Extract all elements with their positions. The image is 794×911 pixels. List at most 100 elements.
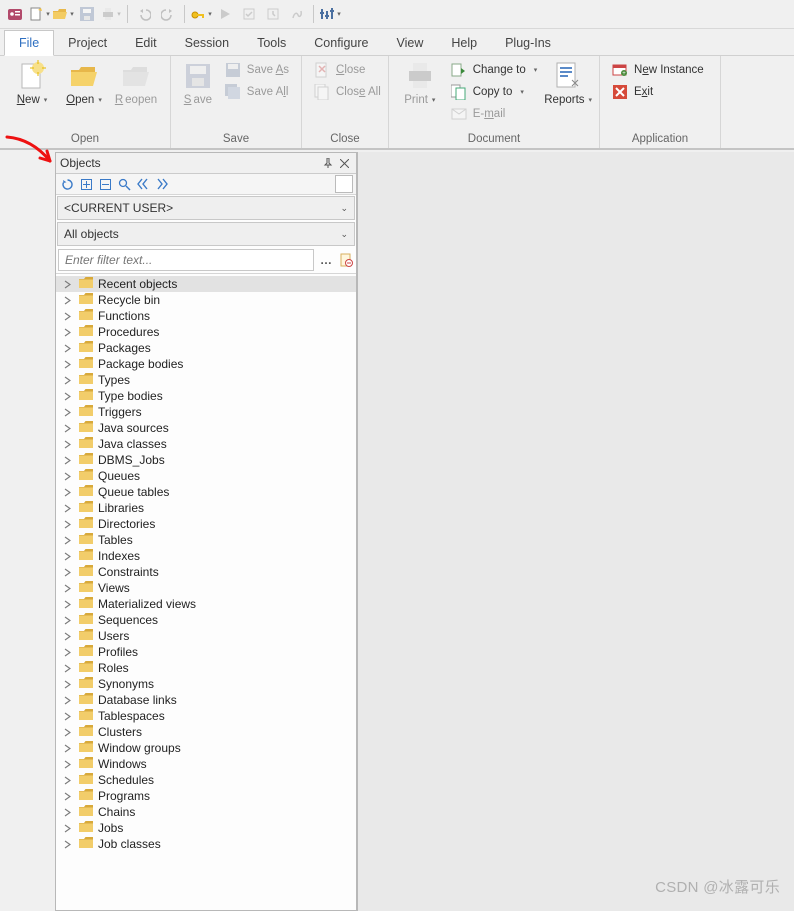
expand-chevron-icon[interactable] xyxy=(62,727,73,738)
expand-chevron-icon[interactable] xyxy=(62,535,73,546)
color-swatch[interactable] xyxy=(335,175,353,193)
tree-node[interactable]: Tables xyxy=(56,532,356,548)
expand-icon[interactable] xyxy=(78,176,94,192)
tree-node[interactable]: Jobs xyxy=(56,820,356,836)
close-all-button[interactable]: Close All xyxy=(308,81,387,102)
expand-chevron-icon[interactable] xyxy=(62,471,73,482)
expand-chevron-icon[interactable] xyxy=(62,631,73,642)
tree-node[interactable]: Materialized views xyxy=(56,596,356,612)
menu-help[interactable]: Help xyxy=(437,31,491,55)
menu-configure[interactable]: Configure xyxy=(300,31,382,55)
save-button[interactable]: Save xyxy=(177,58,219,106)
expand-chevron-icon[interactable] xyxy=(62,711,73,722)
expand-chevron-icon[interactable] xyxy=(62,775,73,786)
new-button[interactable]: New▾ xyxy=(6,58,58,106)
new-instance-button[interactable]: +New Instance xyxy=(606,59,710,80)
menu-plugins[interactable]: Plug-Ins xyxy=(491,31,565,55)
object-tree[interactable]: Recent objectsRecycle binFunctionsProced… xyxy=(56,274,356,910)
expand-chevron-icon[interactable] xyxy=(62,487,73,498)
tree-node[interactable]: Window groups xyxy=(56,740,356,756)
tree-node[interactable]: Recycle bin xyxy=(56,292,356,308)
pin-icon[interactable] xyxy=(320,155,336,171)
menu-session[interactable]: Session xyxy=(171,31,243,55)
expand-chevron-icon[interactable] xyxy=(62,455,73,466)
open-icon[interactable]: ▾ xyxy=(52,3,74,25)
tree-node[interactable]: Job classes xyxy=(56,836,356,852)
exit-button[interactable]: Exit xyxy=(606,81,710,102)
expand-chevron-icon[interactable] xyxy=(62,839,73,850)
expand-chevron-icon[interactable] xyxy=(62,279,73,290)
key-icon[interactable]: ▾ xyxy=(190,3,212,25)
expand-chevron-icon[interactable] xyxy=(62,807,73,818)
tree-node[interactable]: Queue tables xyxy=(56,484,356,500)
save-icon[interactable] xyxy=(76,3,98,25)
expand-chevron-icon[interactable] xyxy=(62,615,73,626)
filter-input[interactable] xyxy=(58,249,314,271)
reports-button[interactable]: Reports▾ xyxy=(543,58,593,106)
redo-icon[interactable] xyxy=(157,3,179,25)
tree-node[interactable]: Java sources xyxy=(56,420,356,436)
rollback-icon[interactable] xyxy=(262,3,284,25)
close-icon[interactable] xyxy=(336,155,352,171)
expand-chevron-icon[interactable] xyxy=(62,375,73,386)
tree-node[interactable]: Database links xyxy=(56,692,356,708)
expand-chevron-icon[interactable] xyxy=(62,823,73,834)
new-icon[interactable]: ▾ xyxy=(28,3,50,25)
tree-node[interactable]: Java classes xyxy=(56,436,356,452)
tree-node[interactable]: Users xyxy=(56,628,356,644)
expand-chevron-icon[interactable] xyxy=(62,327,73,338)
menu-edit[interactable]: Edit xyxy=(121,31,171,55)
expand-chevron-icon[interactable] xyxy=(62,695,73,706)
expand-chevron-icon[interactable] xyxy=(62,359,73,370)
expand-chevron-icon[interactable] xyxy=(62,295,73,306)
tree-node[interactable]: Windows xyxy=(56,756,356,772)
undo-icon[interactable] xyxy=(133,3,155,25)
user-dropdown[interactable]: <CURRENT USER>⌄ xyxy=(57,196,355,220)
tree-node[interactable]: Schedules xyxy=(56,772,356,788)
filter-next-icon[interactable] xyxy=(154,176,170,192)
expand-chevron-icon[interactable] xyxy=(62,759,73,770)
tree-node[interactable]: Programs xyxy=(56,788,356,804)
save-as-button[interactable]: Save As xyxy=(219,59,295,80)
menu-file[interactable]: File xyxy=(4,30,54,56)
filter-prev-icon[interactable] xyxy=(135,176,151,192)
equalizer-icon[interactable]: ▾ xyxy=(319,3,341,25)
expand-chevron-icon[interactable] xyxy=(62,311,73,322)
copy-to-button[interactable]: Copy to▾ xyxy=(445,81,544,102)
commit-icon[interactable] xyxy=(238,3,260,25)
expand-chevron-icon[interactable] xyxy=(62,791,73,802)
expand-chevron-icon[interactable] xyxy=(62,583,73,594)
refresh-icon[interactable] xyxy=(59,176,75,192)
scope-dropdown[interactable]: All objects⌄ xyxy=(57,222,355,246)
tree-node[interactable]: Libraries xyxy=(56,500,356,516)
tree-node[interactable]: Recent objects xyxy=(56,276,356,292)
expand-chevron-icon[interactable] xyxy=(62,551,73,562)
reopen-button[interactable]: Reopen xyxy=(110,58,162,106)
execute-icon[interactable] xyxy=(214,3,236,25)
tree-node[interactable]: Views xyxy=(56,580,356,596)
tree-node[interactable]: Synonyms xyxy=(56,676,356,692)
expand-chevron-icon[interactable] xyxy=(62,423,73,434)
tree-node[interactable]: Indexes xyxy=(56,548,356,564)
expand-chevron-icon[interactable] xyxy=(62,519,73,530)
expand-chevron-icon[interactable] xyxy=(62,679,73,690)
tree-node[interactable]: Tablespaces xyxy=(56,708,356,724)
tree-node[interactable]: Type bodies xyxy=(56,388,356,404)
tree-node[interactable]: Triggers xyxy=(56,404,356,420)
email-button[interactable]: E-mail xyxy=(445,103,544,124)
menu-project[interactable]: Project xyxy=(54,31,121,55)
tree-node[interactable]: Chains xyxy=(56,804,356,820)
menu-tools[interactable]: Tools xyxy=(243,31,300,55)
filter-more-icon[interactable]: … xyxy=(318,252,334,268)
tree-node[interactable]: Package bodies xyxy=(56,356,356,372)
break-icon[interactable] xyxy=(286,3,308,25)
collapse-icon[interactable] xyxy=(97,176,113,192)
tree-node[interactable]: Sequences xyxy=(56,612,356,628)
filter-clear-icon[interactable] xyxy=(338,252,354,268)
save-all-button[interactable]: Save All xyxy=(219,81,295,102)
expand-chevron-icon[interactable] xyxy=(62,567,73,578)
close-button[interactable]: Close xyxy=(308,59,387,80)
expand-chevron-icon[interactable] xyxy=(62,599,73,610)
tree-node[interactable]: Directories xyxy=(56,516,356,532)
print-button[interactable]: Print▾ xyxy=(395,58,445,106)
